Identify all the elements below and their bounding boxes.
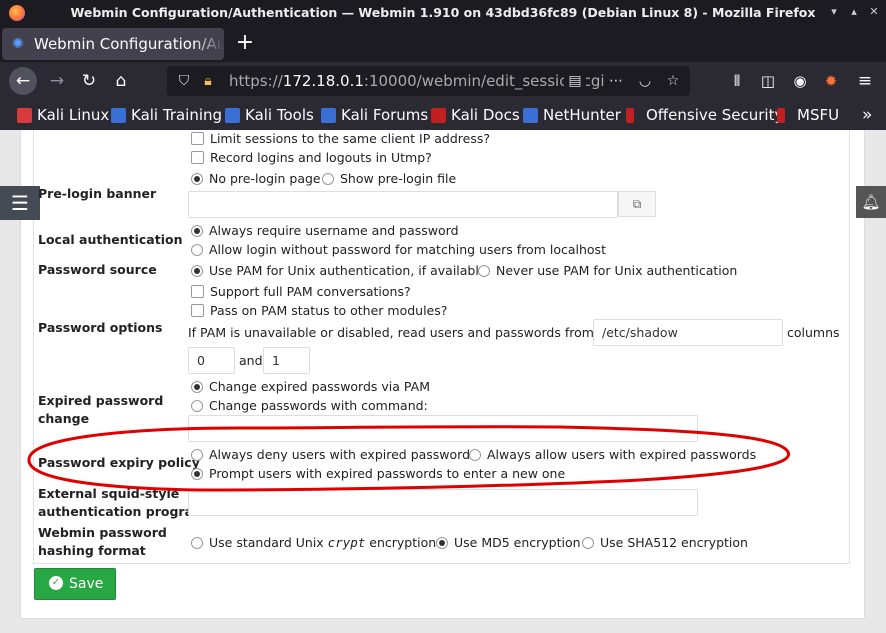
forward-icon: → <box>49 71 65 91</box>
url-prefix: https:// <box>229 72 283 90</box>
shield-icon[interactable]: ⛉ <box>173 66 195 96</box>
back-button[interactable]: ← <box>9 67 37 95</box>
bookmark-kali-training[interactable]: Kali Training <box>111 105 222 125</box>
url-host: 172.18.0.1 <box>282 72 364 90</box>
star-icon[interactable]: ☆ <box>662 66 684 96</box>
reload-icon: ↻ <box>81 71 97 91</box>
forward-button[interactable]: → <box>43 67 71 95</box>
close-icon[interactable]: ✕ <box>868 6 880 18</box>
maximize-icon[interactable]: ▴ <box>848 6 860 18</box>
new-tab-button[interactable]: + <box>233 31 257 55</box>
bookmark-nethunter[interactable]: NetHunter <box>523 105 621 125</box>
window-titlebar: Webmin Configuration/Authentication — We… <box>0 0 886 26</box>
sidebar-icon: ◫ <box>760 72 776 90</box>
page-content: ☰ 🔔︎ Limit sessions to the same client I… <box>0 130 886 633</box>
offsec-icon <box>777 108 785 123</box>
bookmark-offensive-security[interactable]: Offensive Security <box>626 105 783 125</box>
library-button[interactable]: ⫴ <box>723 67 751 95</box>
offsec-icon <box>626 108 634 123</box>
webmin-icon: ✺ <box>12 36 24 52</box>
chevron-icon: » <box>862 105 873 125</box>
kali-icon <box>431 108 446 123</box>
bookmarks-overflow-button[interactable]: » <box>862 105 872 125</box>
kali-icon <box>321 108 336 123</box>
bookmark-kali-linux[interactable]: Kali Linux <box>17 105 109 125</box>
lock-icon[interactable]: 🔒︎ <box>197 66 219 96</box>
firefox-icon <box>9 5 25 21</box>
reader-icon[interactable]: ▤ <box>564 66 586 96</box>
url-bar[interactable]: ⛉ 🔒︎ https://172.18.0.1:10000/webmin/edi… <box>167 66 690 96</box>
bookmarks-toolbar: Kali Linux Kali Training Kali Tools Kali… <box>0 100 886 130</box>
kali-icon <box>111 108 126 123</box>
menu-icon: ≡ <box>857 71 873 91</box>
red-annotation-ellipse <box>27 425 791 492</box>
kali-icon <box>523 108 538 123</box>
library-icon: ⫴ <box>733 72 741 90</box>
home-icon: ⌂ <box>115 71 127 91</box>
home-button[interactable]: ⌂ <box>107 67 135 95</box>
kali-icon <box>17 108 32 123</box>
minimize-icon[interactable]: ▾ <box>828 6 840 18</box>
more-icon[interactable]: ⋯ <box>605 66 627 96</box>
kali-icon <box>225 108 240 123</box>
bookmark-msfu[interactable]: MSFU <box>777 105 839 125</box>
pocket-icon[interactable]: ◡ <box>634 66 656 96</box>
bookmark-kali-forums[interactable]: Kali Forums <box>321 105 428 125</box>
tab-title: Webmin Configuration/Authentication <box>34 35 224 53</box>
bookmark-kali-docs[interactable]: Kali Docs <box>431 105 520 125</box>
reload-button[interactable]: ↻ <box>75 67 103 95</box>
menu-button[interactable]: ≡ <box>851 67 879 95</box>
annotation-overlay <box>27 425 791 492</box>
extension-button[interactable]: ✹ <box>817 67 845 95</box>
sidebar-button[interactable]: ◫ <box>754 67 782 95</box>
tab-webmin[interactable]: ✺ Webmin Configuration/Authentication <box>2 28 224 60</box>
account-icon: ◉ <box>793 72 807 90</box>
window-title: Webmin Configuration/Authentication — We… <box>70 5 816 20</box>
navigation-bar: ← → ↻ ⌂ ⛉ 🔒︎ https://172.18.0.1:10000/we… <box>0 62 886 100</box>
extension-icon: ✹ <box>824 72 838 90</box>
bookmark-kali-tools[interactable]: Kali Tools <box>225 105 314 125</box>
account-button[interactable]: ◉ <box>786 67 814 95</box>
tab-bar: ✺ Webmin Configuration/Authentication + <box>0 26 886 62</box>
back-icon: ← <box>15 71 31 91</box>
